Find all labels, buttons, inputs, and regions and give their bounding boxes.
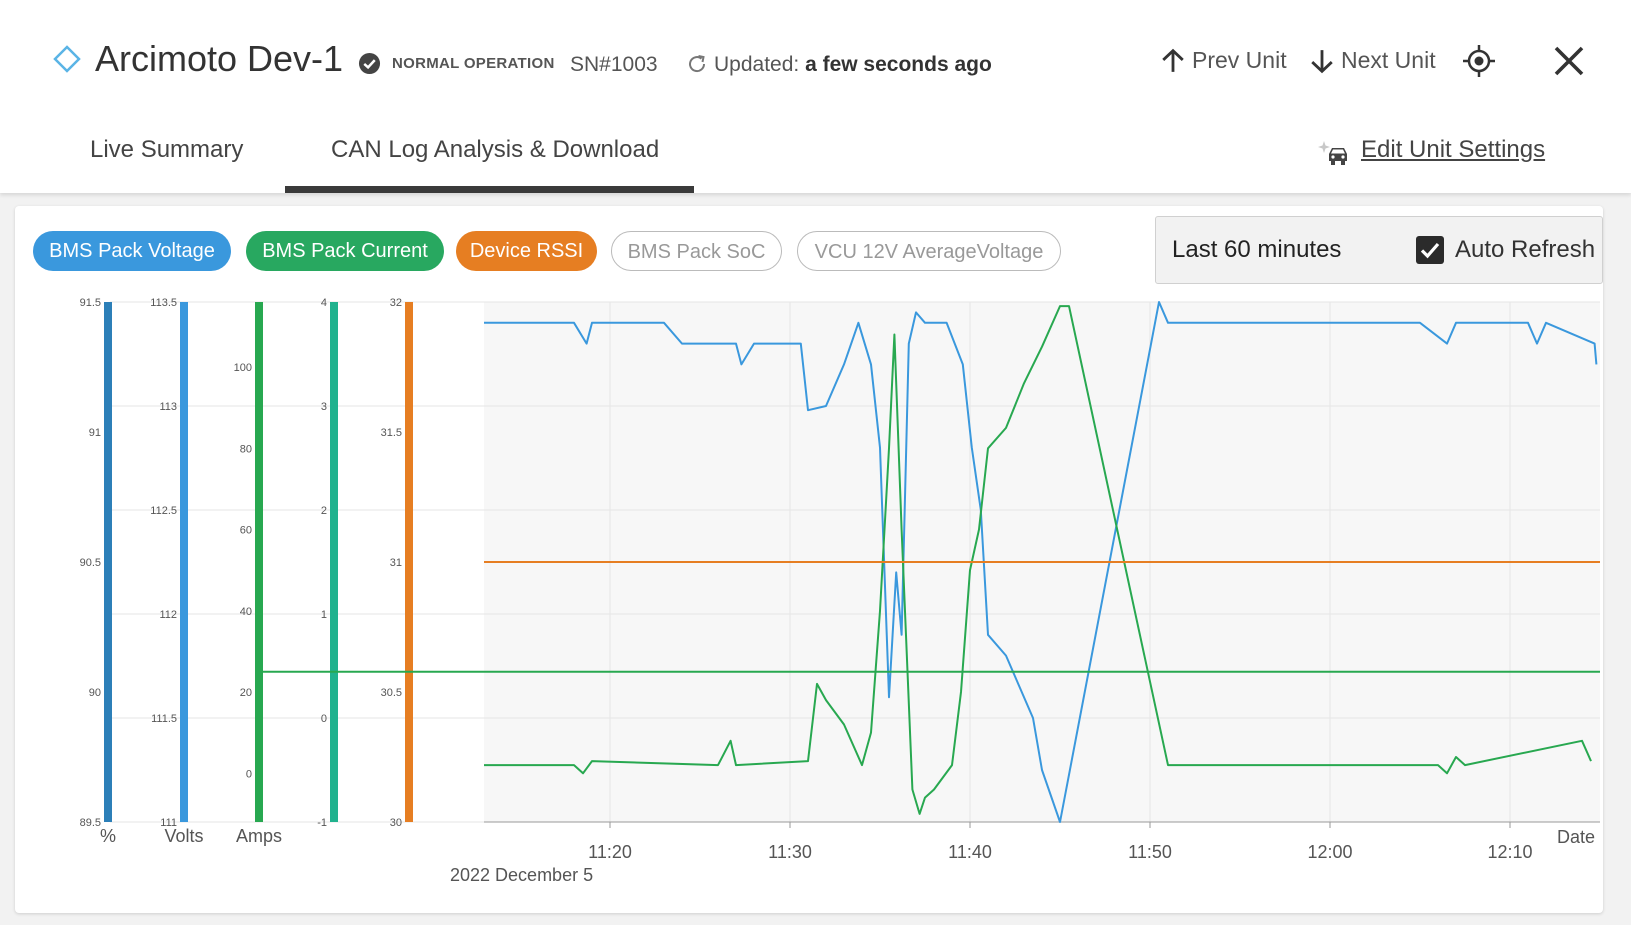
y-axis-unit: Volts: [164, 826, 203, 846]
y-tick-label: 30: [390, 817, 402, 829]
y-tick-label: 32: [390, 297, 402, 309]
y-tick-label: -1: [317, 817, 327, 829]
can-log-chart: 11:20 11:30 11:40 11:50 12:00 12:10 Date 2022 D…: [80, 297, 1600, 885]
y-axis-bar: [255, 302, 263, 822]
x-tick-label: 11:20: [588, 842, 632, 862]
x-tick-label: 12:10: [1487, 842, 1532, 862]
y-tick-label: 112.5: [150, 505, 177, 517]
y-tick-label: 0: [321, 713, 327, 725]
x-axis-title: Date: [1557, 827, 1595, 847]
x-tick-label: 12:00: [1307, 842, 1352, 862]
y-tick-label: 90.5: [80, 557, 101, 569]
y-axis-unit: Amps: [236, 826, 282, 846]
y-tick-label: 112: [159, 609, 177, 621]
y-tick-label: 113: [159, 401, 177, 413]
y-tick-label: 31.5: [381, 427, 402, 439]
y-tick-label: 100: [234, 362, 252, 374]
y-tick-label: 2: [321, 505, 327, 517]
y-tick-label: 80: [240, 443, 252, 455]
y-tick-label: 113.5: [150, 297, 177, 309]
y-tick-label: 1: [321, 609, 327, 621]
y-tick-label: 30.5: [381, 687, 402, 699]
y-axis-bar: [104, 302, 112, 822]
y-axis-bar: [180, 302, 188, 822]
y-tick-label: 0: [246, 768, 252, 780]
y-tick-label: 60: [240, 525, 252, 537]
y-tick-label: 91: [89, 427, 101, 439]
y-tick-label: 31: [390, 557, 402, 569]
y-tick-label: 20: [240, 687, 252, 699]
y-axis-bar: [330, 302, 338, 822]
y-tick-label: 91.5: [80, 297, 101, 309]
y-tick-label: 89.5: [80, 817, 101, 829]
y-axis-unit: %: [100, 826, 116, 846]
y-tick-label: 111.5: [151, 713, 177, 725]
x-date-label: 2022 December 5: [450, 865, 593, 885]
x-tick-label: 11:30: [768, 842, 812, 862]
x-tick-label: 11:50: [1128, 842, 1172, 862]
y-tick-label: 90: [89, 687, 101, 699]
y-axis-bar: [405, 302, 413, 822]
y-tick-label: 4: [321, 297, 327, 309]
y-tick-label: 3: [321, 401, 327, 413]
x-tick-label: 11:40: [948, 842, 992, 862]
y-tick-label: 40: [240, 606, 252, 618]
